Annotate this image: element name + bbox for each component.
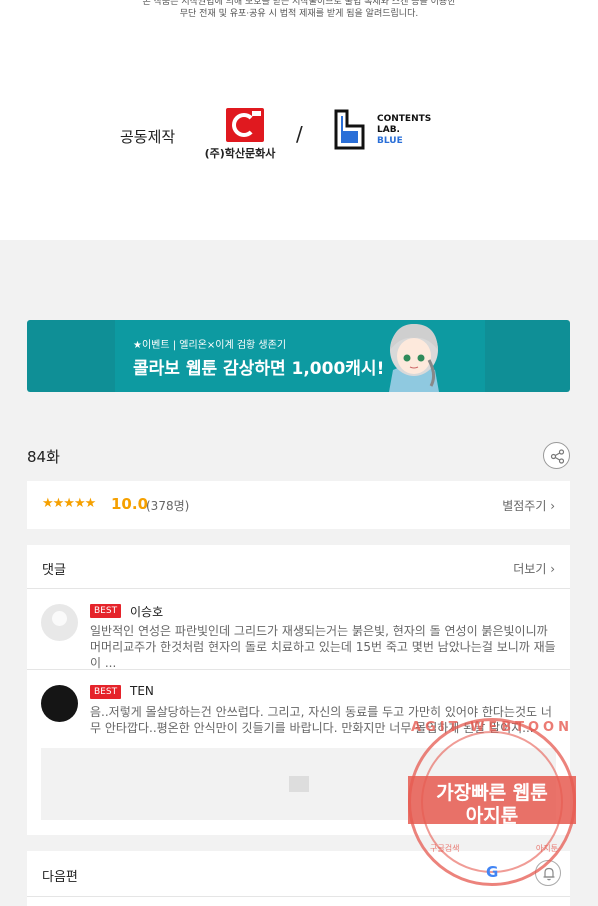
copyright-notice-line1: 본 작품은 저작권법에 의해 보호를 받는 저작물이므로 불법 복제와 스캔 등… [142,0,456,7]
banner-small-text: ★이벤트 | 엘리온×이계 검황 생존기 [133,340,287,351]
google-icon: G [486,863,499,881]
copyright-notice-line2: 무단 전재 및 유포·공유 시 법적 제재를 받게 됨을 알려드립니다. [179,9,419,19]
contents-lab-blue-logo: CONTENTS LAB. BLUE [333,108,433,154]
coproduction-label: 공동제작 [120,128,176,146]
copyright-notice: 본 작품은 저작권법에 의해 보호를 받는 저작물이므로 불법 복제와 스캔 등… [0,0,598,20]
comment-text: 일반적인 연성은 파란빛인데 그리드가 재생되는거는 붉은빛, 현자의 돌 연성… [90,624,556,670]
comment-item: BEST 이승호 일반적인 연성은 파란빛인데 그리드가 재생되는거는 붉은빛,… [27,590,570,670]
comments-more-link[interactable]: 더보기 › [513,560,555,577]
banner-big-text: 콜라보 웹툰 감상하면 1,000캐시! [133,359,385,379]
contents-lab-blue-mark [334,109,365,150]
watermark-top-text: AGIT WEBTOON [411,720,573,735]
rating-score: 10.0 [111,495,149,513]
avatar [41,604,78,641]
rate-button[interactable]: 별점주기 › [502,497,555,514]
comment-author: 이승호 [130,605,164,619]
copyright-section: 본 작품은 저작권법에 의해 보호를 받는 저작물이므로 불법 복제와 스캔 등… [0,0,598,240]
haksan-logo-mark [226,108,264,142]
watermark-line2: 아지툰 [465,805,519,827]
contents-lab-blue-text: CONTENTS LAB. BLUE [377,114,432,146]
rating-count: (378명) [146,499,190,513]
banner-character-image [389,324,439,392]
best-badge: BEST [90,685,122,699]
comment-author: TEN [130,684,154,698]
watermark-bottom-right: 아지툰 [535,844,558,853]
comments-header: 댓글 더보기 › [27,545,570,589]
episode-title: 84화 [27,448,60,466]
avatar [41,685,78,722]
share-button[interactable] [543,442,570,469]
image-placeholder-icon [289,776,309,792]
watermark-stamp: AGIT WEBTOON 가장빠른 웹툰 아지툰 구글검색 아지툰 G [408,718,576,886]
haksan-logo-text: (주)학산문화사 [204,147,276,160]
rating-card: ★★★★★ 10.0 (378명) 별점주기 › [27,481,570,529]
logo-separator: / [296,122,303,146]
share-icon [550,449,565,464]
haksan-logo: (주)학산문화사 [204,106,276,160]
event-banner[interactable]: ★이벤트 | 엘리온×이계 검황 생존기 콜라보 웹툰 감상하면 1,000캐시… [27,320,570,392]
comments-title: 댓글 [42,563,66,578]
best-badge: BEST [90,604,122,618]
watermark-bottom-left: 구글검색 [430,844,460,853]
rating-stars: ★★★★★ [42,496,96,511]
next-episode-label: 다음편 [42,870,78,885]
